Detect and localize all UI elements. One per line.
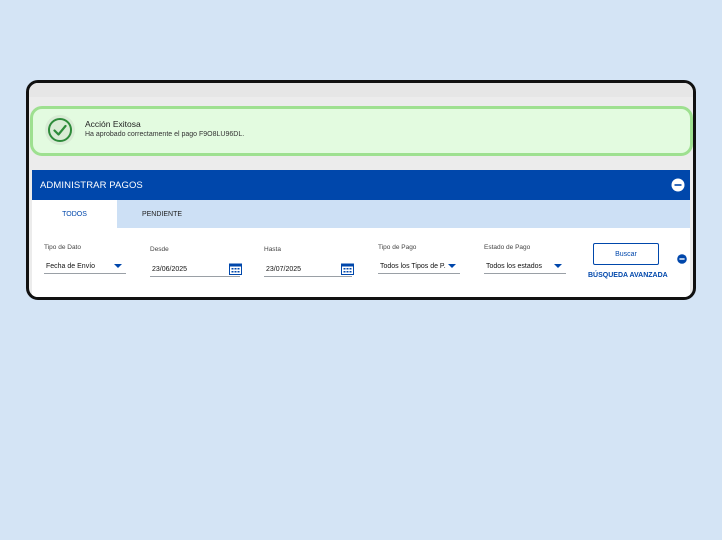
tab-pendiente[interactable]: PENDIENTE — [117, 200, 207, 228]
hasta-value: 23/07/2025 — [266, 266, 302, 273]
tipo-dato-value: Fecha de Envío — [46, 263, 96, 270]
hasta-label: Hasta — [264, 246, 281, 253]
estado-pago-select[interactable]: Todos los estados — [484, 259, 566, 274]
page-title: ADMINISTRAR PAGOS — [40, 180, 143, 191]
minus-circle-icon[interactable] — [671, 178, 685, 192]
chevron-down-icon — [554, 264, 562, 268]
tipo-pago-value: Todos los Tipos de P... — [380, 263, 446, 270]
chevron-down-icon — [448, 264, 456, 268]
tipo-pago-label: Tipo de Pago — [378, 244, 417, 251]
desde-label: Desde — [150, 246, 169, 253]
tab-todos[interactable]: TODOS — [32, 200, 117, 228]
tipo-pago-select[interactable]: Todos los Tipos de P... — [378, 259, 460, 274]
search-button[interactable]: Buscar — [593, 243, 659, 265]
estado-pago-value: Todos los estados — [486, 263, 543, 270]
filter-bar: Tipo de Dato Fecha de Envío Desde 23/06/… — [32, 228, 690, 297]
check-circle-icon — [45, 115, 75, 145]
chevron-down-icon — [114, 264, 122, 268]
app-window: Acción Exitosa Ha aprobado correctamente… — [26, 80, 696, 300]
minus-circle-icon[interactable] — [677, 254, 687, 264]
hasta-date-field[interactable]: 23/07/2025 — [264, 262, 354, 277]
desde-value: 23/06/2025 — [152, 266, 188, 273]
calendar-icon[interactable] — [229, 263, 242, 275]
tab-bar: TODOS PENDIENTE — [32, 200, 690, 228]
calendar-icon[interactable] — [341, 263, 354, 275]
alert-message: Ha aprobado correctamente el pago F9O8LU… — [85, 131, 245, 138]
tipo-dato-label: Tipo de Dato — [44, 244, 81, 251]
tipo-dato-select[interactable]: Fecha de Envío — [44, 259, 126, 274]
success-alert: Acción Exitosa Ha aprobado correctamente… — [30, 106, 693, 156]
alert-title: Acción Exitosa — [85, 119, 141, 129]
desde-date-field[interactable]: 23/06/2025 — [150, 262, 242, 277]
panel-header: ADMINISTRAR PAGOS — [32, 170, 690, 200]
advanced-search-link[interactable]: BÚSQUEDA AVANZADA — [588, 272, 668, 279]
top-strip — [29, 83, 693, 97]
estado-pago-label: Estado de Pago — [484, 244, 531, 251]
